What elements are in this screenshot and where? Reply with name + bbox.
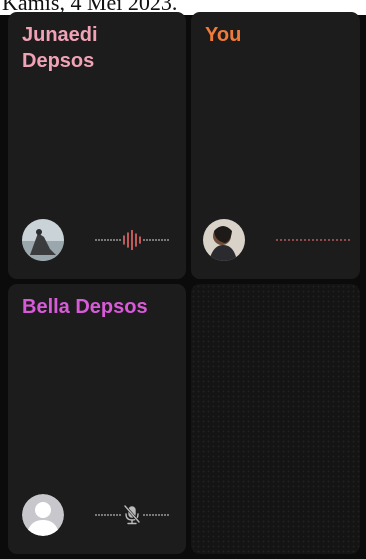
audio-level-icon — [276, 239, 350, 241]
participant-name: Bella Depsos — [22, 296, 148, 318]
participant-tile-you[interactable]: You — [191, 12, 360, 279]
audio-waveform-icon — [95, 230, 169, 250]
participant-avatar — [22, 219, 64, 261]
participant-name: You — [205, 24, 242, 46]
default-avatar-icon — [22, 494, 64, 536]
video-call-screen: Kamis, 4 Mei 2023. Junaedi Depsos You Be… — [0, 0, 366, 559]
participant-tile-bella[interactable]: Bella Depsos — [8, 284, 186, 554]
empty-tile — [191, 284, 360, 554]
mic-muted-icon — [95, 505, 169, 525]
participant-tile-junaedi[interactable]: Junaedi Depsos — [8, 12, 186, 279]
participant-name: Junaedi Depsos — [22, 24, 98, 72]
participant-avatar — [203, 219, 245, 261]
